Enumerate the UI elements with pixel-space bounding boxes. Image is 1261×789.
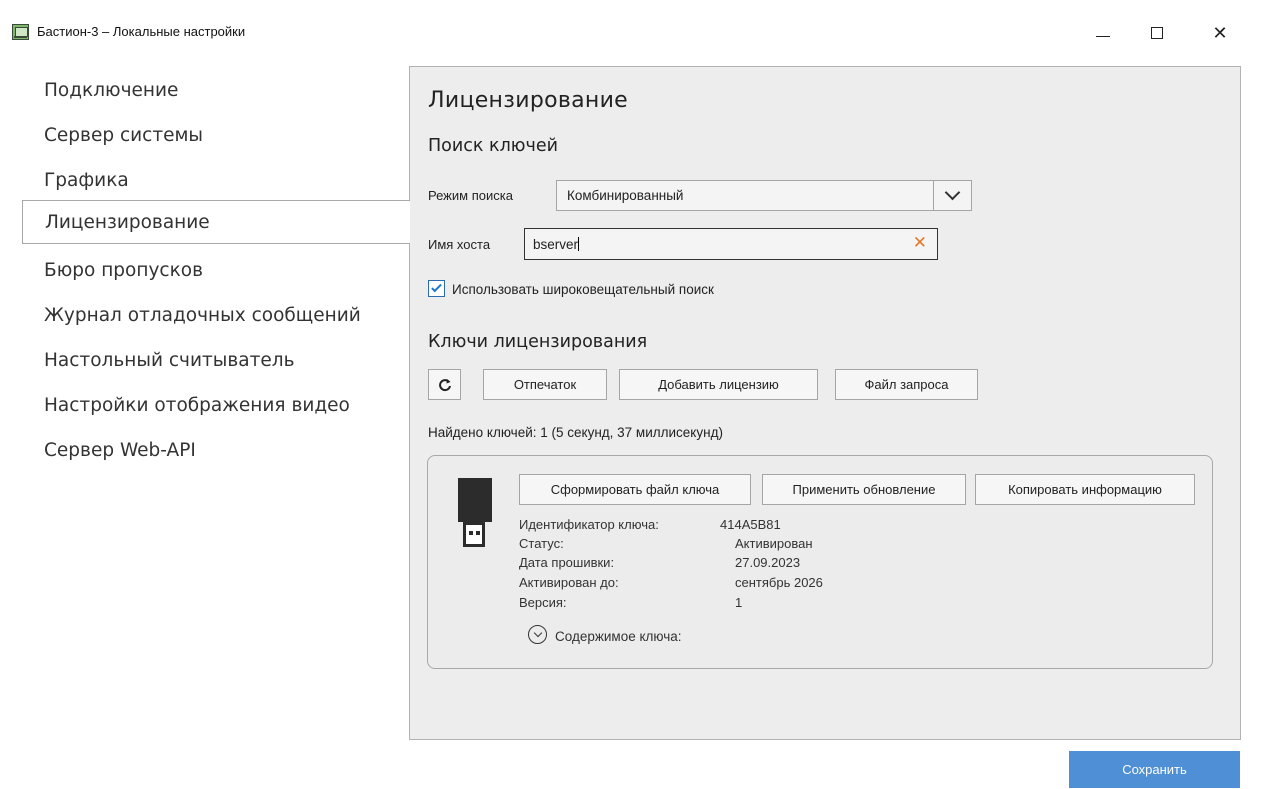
maximize-button[interactable]	[1137, 18, 1177, 48]
key-id-label: Идентификатор ключа:	[519, 517, 659, 532]
text-caret	[578, 237, 580, 251]
save-button[interactable]: Сохранить	[1069, 751, 1240, 788]
apply-update-button[interactable]: Применить обновление	[762, 474, 966, 505]
host-input-value: bserver	[533, 237, 579, 252]
checkmark-icon	[431, 281, 442, 293]
broadcast-label[interactable]: Использовать широковещательный поиск	[452, 282, 714, 297]
close-button[interactable]: ✕	[1200, 18, 1240, 48]
host-label: Имя хоста	[428, 237, 491, 252]
sidebar-item-pass-office[interactable]: Бюро пропусков	[22, 248, 410, 292]
maximize-icon	[1151, 27, 1163, 39]
status-value: Активирован	[735, 536, 813, 551]
make-key-file-button[interactable]: Сформировать файл ключа	[519, 474, 751, 505]
fingerprint-button[interactable]: Отпечаток	[483, 369, 607, 400]
search-mode-value: Комбинированный	[567, 188, 684, 203]
activated-until-label: Активирован до:	[519, 575, 619, 590]
keys-section-title: Ключи лицензирования	[428, 332, 648, 352]
clear-icon[interactable]: ✕	[913, 233, 927, 253]
sidebar-item-debug-log[interactable]: Журнал отладочных сообщений	[22, 293, 410, 337]
add-license-button[interactable]: Добавить лицензию	[619, 369, 818, 400]
firmware-date-label: Дата прошивки:	[519, 555, 615, 570]
version-label: Версия:	[519, 595, 567, 610]
search-section-title: Поиск ключей	[428, 136, 558, 156]
refresh-button[interactable]	[428, 369, 461, 400]
minimize-button[interactable]	[1083, 18, 1123, 48]
activated-until-value: сентябрь 2026	[735, 575, 823, 590]
request-file-button[interactable]: Файл запроса	[835, 369, 978, 400]
copy-info-button[interactable]: Копировать информацию	[975, 474, 1195, 505]
sidebar-item-system-server[interactable]: Сервер системы	[22, 113, 410, 157]
search-mode-select[interactable]: Комбинированный	[556, 180, 972, 211]
host-input[interactable]: bserver ✕	[524, 228, 938, 260]
sidebar-item-graphics[interactable]: Графика	[22, 158, 410, 202]
sidebar-item-desktop-reader[interactable]: Настольный считыватель	[22, 338, 410, 382]
key-id-value: 414A5B81	[720, 517, 781, 532]
close-icon: ✕	[1212, 22, 1228, 44]
status-label: Статус:	[519, 536, 564, 551]
search-mode-label: Режим поиска	[428, 188, 513, 203]
firmware-date-value: 27.09.2023	[735, 555, 801, 570]
search-mode-dropdown-button[interactable]	[933, 181, 971, 210]
usb-key-icon	[458, 478, 492, 547]
page-title: Лицензирование	[428, 88, 629, 113]
window-title: Бастион-3 – Локальные настройки	[37, 24, 246, 39]
sidebar-item-video-display[interactable]: Настройки отображения видео	[22, 383, 410, 427]
chevron-down-icon	[944, 184, 961, 201]
sidebar-item-licensing[interactable]: Лицензирование	[22, 200, 410, 244]
chevron-down-circle-icon[interactable]	[528, 625, 547, 644]
title-bar: Бастион-3 – Локальные настройки ✕	[0, 0, 1261, 64]
app-icon	[12, 24, 29, 40]
refresh-icon	[438, 378, 451, 391]
found-keys-status: Найдено ключей: 1 (5 секунд, 37 миллисек…	[428, 425, 723, 440]
sidebar-item-connection[interactable]: Подключение	[22, 68, 410, 112]
broadcast-checkbox[interactable]	[428, 280, 445, 297]
minimize-icon	[1096, 35, 1110, 37]
key-contents-toggle[interactable]: Содержимое ключа:	[555, 629, 682, 644]
version-value: 1	[735, 595, 743, 610]
sidebar-item-web-api[interactable]: Сервер Web-API	[22, 428, 410, 472]
